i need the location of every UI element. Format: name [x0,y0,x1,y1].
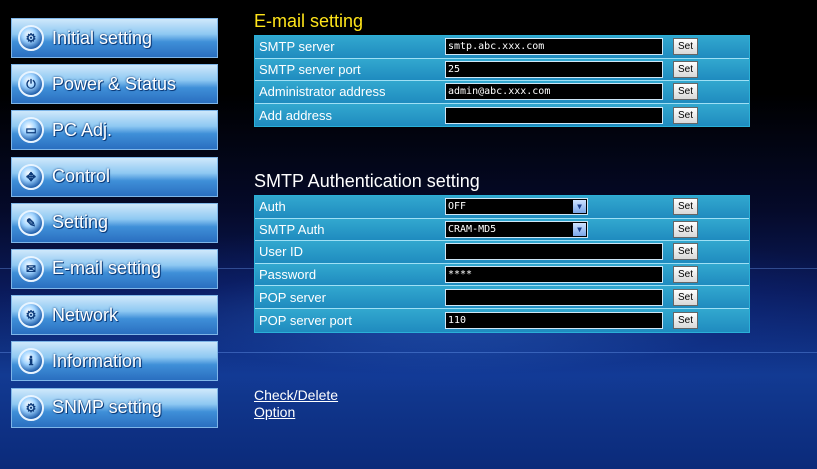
info-icon: ℹ [18,348,44,375]
row-label-password: Password [259,267,317,283]
sidebar-item-pc-adj[interactable]: ▭ PC Adj. [11,110,218,151]
option-link[interactable]: Option [254,404,338,421]
sidebar-item-label: Setting [52,212,109,233]
row-label-pop-server: POP server [259,289,326,305]
snmp-icon: ⚙ [18,394,44,421]
table-row: Password **** Set [255,263,749,287]
set-button[interactable]: Set [673,60,698,78]
set-button[interactable]: Set [673,198,698,216]
envelope-icon: ✉ [18,255,44,282]
sidebar-item-setting[interactable]: ✎ Setting [11,202,218,243]
row-label-auth: Auth [259,199,286,215]
set-button[interactable]: Set [673,38,698,56]
table-row: Add address Set [255,103,749,127]
sidebar-item-label: Initial setting [52,27,153,48]
auth-select-value: OFF [448,201,467,213]
smtp-auth-select-value: CRAM-MD5 [448,223,497,235]
administrator-address-input[interactable]: admin@abc.xxx.com [445,83,663,101]
email-settings-table: SMTP server smtp.abc.xxx.com Set SMTP se… [254,35,750,128]
sidebar-item-label: Power & Status [52,73,177,94]
add-address-input[interactable] [445,106,663,124]
smtp-auth-select[interactable]: CRAM-MD5 ▼ [445,220,588,238]
table-row: Administrator address admin@abc.xxx.com … [255,81,749,104]
set-button[interactable]: Set [673,311,698,329]
chevron-down-icon[interactable]: ▼ [573,222,586,236]
row-label-administrator-address: Administrator address [259,84,386,100]
set-button[interactable]: Set [673,106,698,124]
row-label-smtp-auth: SMTP Auth [259,221,325,237]
smtp-auth-table: Auth OFF ▼ Set SMTP Auth CRAM-MD5 ▼ Set … [254,195,750,333]
pop-server-input[interactable] [445,288,663,306]
table-row: SMTP server smtp.abc.xxx.com Set [255,36,749,59]
network-icon: ⚙ [18,302,44,329]
check-delete-link[interactable]: Check/Delete [254,387,338,404]
table-row: Auth OFF ▼ Set [255,196,749,219]
set-button[interactable]: Set [673,220,698,238]
power-icon: ⏻ [18,71,44,98]
sidebar-item-label: Information [52,350,143,371]
row-label-smtp-server-port: SMTP server port [259,61,361,77]
sidebar-item-control[interactable]: ✥ Control [11,156,218,197]
table-row: SMTP server port 25 Set [255,58,749,82]
email-setting-title: E-mail setting [254,11,364,31]
sidebar-item-label: Control [52,166,111,187]
chevron-down-icon[interactable]: ▼ [573,200,586,214]
wrench-icon: ✎ [18,209,44,236]
dpad-icon: ✥ [18,163,44,190]
sidebar-item-initial-setting[interactable]: ⚙ Initial setting [11,18,218,58]
bottom-links: Check/Delete Option [254,387,338,421]
monitor-icon: ▭ [18,117,44,144]
user-id-input[interactable] [445,243,663,261]
password-input[interactable]: **** [445,266,663,284]
sidebar-nav: ⚙ Initial setting ⏻ Power & Status ▭ PC … [11,18,218,434]
sidebar-item-information[interactable]: ℹ Information [11,341,218,382]
row-label-smtp-server: SMTP server [259,39,335,55]
row-label-add-address: Add address [259,107,332,123]
table-row: POP server Set [255,286,749,309]
pop-server-port-input[interactable]: 110 [445,311,663,329]
auth-select[interactable]: OFF ▼ [445,198,588,216]
sidebar-item-power-status[interactable]: ⏻ Power & Status [11,64,218,105]
set-button[interactable]: Set [673,243,698,261]
sidebar-item-label: E-mail setting [52,258,162,279]
smtp-server-input[interactable]: smtp.abc.xxx.com [445,38,663,56]
sidebar-item-email-setting[interactable]: ✉ E-mail setting [11,248,218,289]
set-button[interactable]: Set [673,288,698,306]
smtp-server-port-input[interactable]: 25 [445,60,663,78]
table-row: User ID Set [255,241,749,264]
table-row: SMTP Auth CRAM-MD5 ▼ Set [255,218,749,242]
smtp-auth-title: SMTP Authentication setting [254,171,480,191]
table-row: POP server port 110 Set [255,308,749,332]
sidebar-item-label: Network [52,304,119,325]
set-button[interactable]: Set [673,266,698,284]
set-button[interactable]: Set [673,83,698,101]
row-label-pop-server-port: POP server port [259,312,352,328]
row-label-user-id: User ID [259,244,304,260]
sidebar-item-label: PC Adj. [52,119,113,140]
sidebar-item-network[interactable]: ⚙ Network [11,295,218,336]
gear-icon: ⚙ [18,25,44,51]
sidebar-item-label: SNMP setting [52,397,162,417]
sidebar-item-snmp-setting[interactable]: ⚙ SNMP setting [11,387,218,428]
